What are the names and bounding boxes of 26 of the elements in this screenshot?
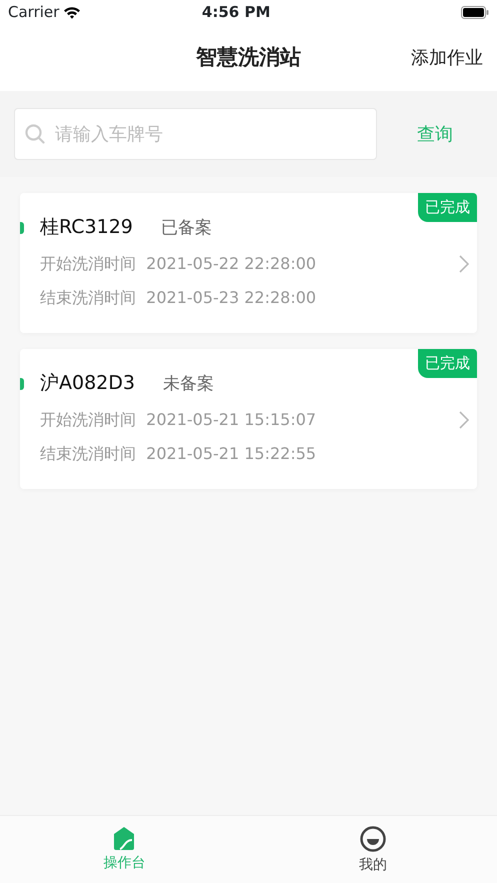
filing-status: 未备案 [162, 373, 214, 396]
chevron-right-icon [459, 255, 469, 273]
tab-item[interactable]: 我的 [248, 816, 497, 883]
start-time-text: 开始洗消时间 2021-05-22 22:28:00 [40, 252, 318, 274]
end-time-text: 结束洗消时间 2021-05-23 22:28:00 [40, 286, 318, 308]
status-indicator [20, 222, 24, 234]
carrier-text: Carrier [8, 2, 60, 24]
add-job-button[interactable]: 添加作业 [411, 44, 483, 72]
page-title: 智慧洗消站 [196, 44, 301, 72]
wifi-icon [63, 6, 82, 19]
filing-status: 已备案 [160, 217, 212, 240]
battery-icon [461, 6, 489, 19]
clock-text: 4:56 PM [202, 3, 270, 22]
status-badge: 已完成 [418, 349, 477, 378]
plate-number: 桂RC3129 [40, 215, 133, 240]
start-time-text: 开始洗消时间 2021-05-21 15:15:07 [40, 408, 318, 430]
end-time-text: 结束洗消时间 2021-05-21 15:22:55 [40, 442, 318, 464]
plate-number: 沪A082D3 [40, 371, 135, 396]
status-badge: 已完成 [418, 193, 477, 222]
search-field[interactable]: 请输入车牌号 [14, 108, 377, 160]
home-icon [112, 826, 136, 850]
record-card[interactable]: 已完成 桂RC3129 已备案 开始洗消时间 2021-05-22 22:28:00 结束洗消时间 2021-05-23 22:28:00 [20, 193, 477, 333]
smile-icon [360, 826, 386, 852]
status-indicator [20, 378, 24, 390]
record-card[interactable]: 已完成 沪A082D3 未备案 开始洗消时间 2021-05-21 15:15:07 结束洗消时间 2021-05-21 15:22:55 [20, 349, 477, 489]
chevron-right-icon [459, 411, 469, 429]
